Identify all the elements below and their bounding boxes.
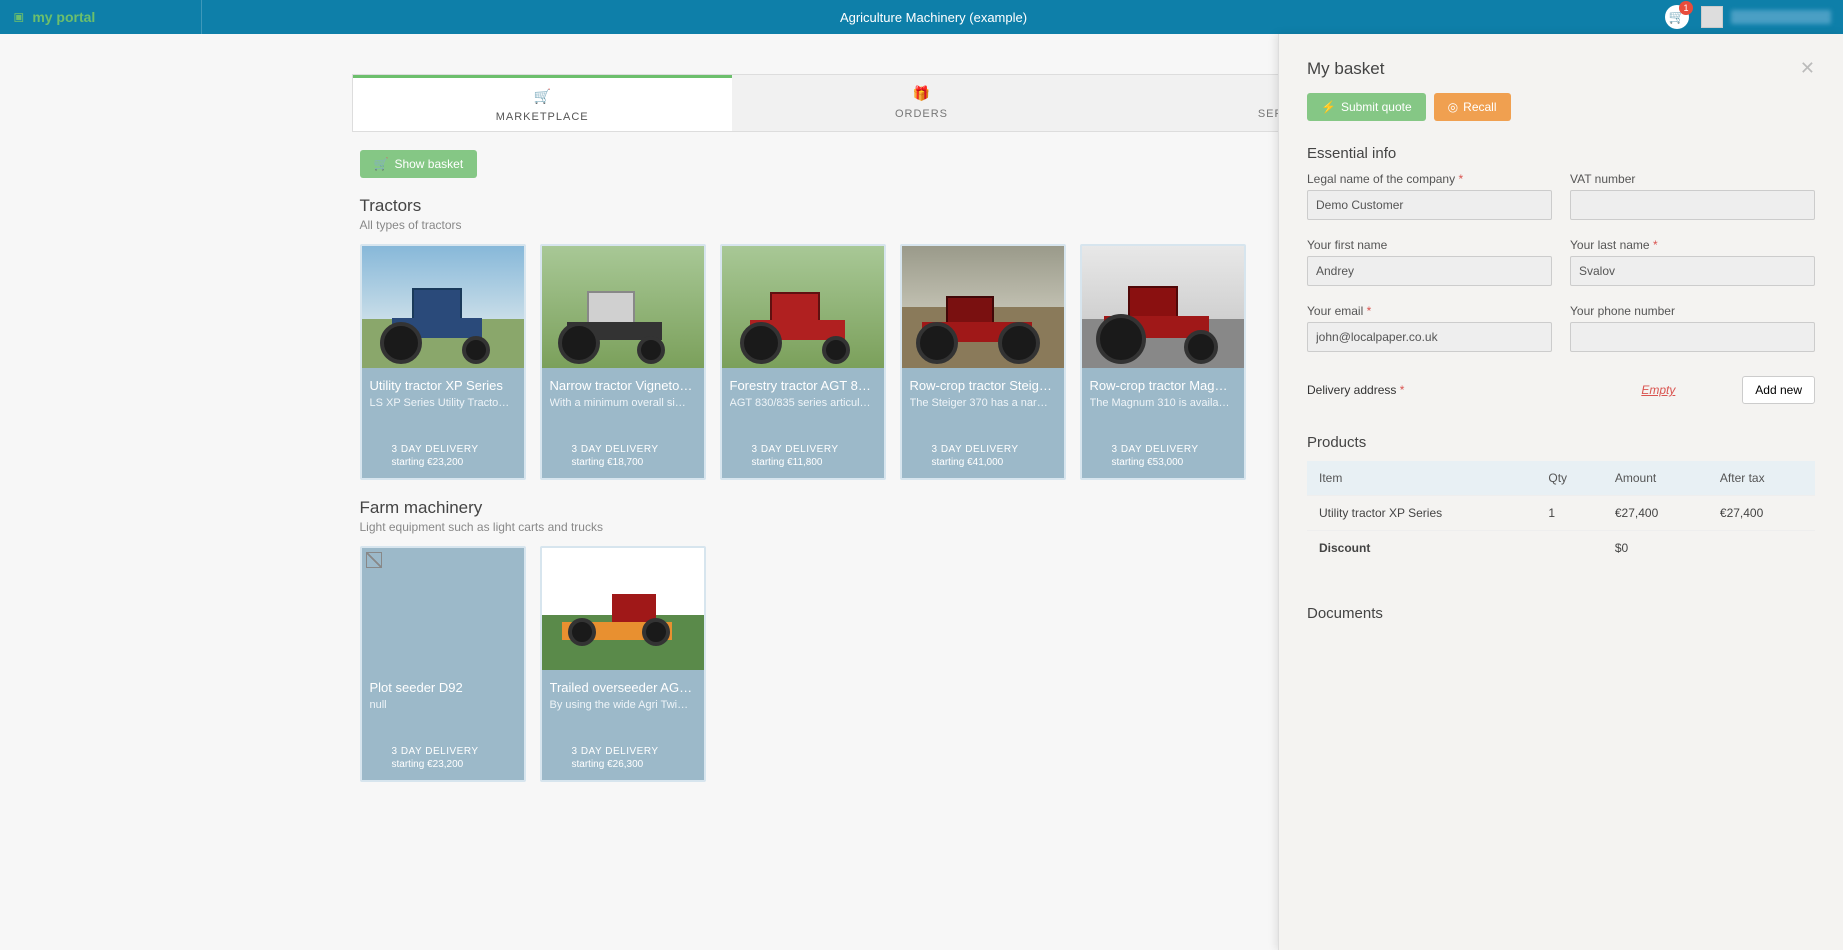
user-menu[interactable]: [1701, 6, 1831, 28]
product-desc: null: [370, 699, 516, 711]
cell-after-tax: €27,400: [1708, 496, 1815, 531]
product-title: Plot seeder D92: [370, 680, 516, 695]
target-icon: ◎: [1448, 100, 1458, 114]
show-basket-button[interactable]: 🛒 Show basket: [360, 150, 478, 178]
table-row-discount: Discount $0: [1307, 531, 1815, 566]
product-desc: By using the wide Agri Twi…: [550, 699, 696, 711]
product-title: Trailed overseeder AG…: [550, 680, 696, 695]
company-label: Legal name of the company *: [1307, 172, 1552, 186]
product-title: Utility tractor XP Series: [370, 378, 516, 393]
th-qty: Qty: [1536, 461, 1603, 496]
gift-icon: 🎁: [732, 85, 1111, 102]
product-price: starting €53,000: [1090, 457, 1236, 468]
product-image: [1082, 246, 1244, 368]
header-right: 🛒 1: [1665, 5, 1831, 29]
essential-info-title: Essential info: [1307, 145, 1815, 162]
vat-label: VAT number: [1570, 172, 1815, 186]
delivery-badge: 3 DAY DELIVERY: [910, 444, 1056, 455]
product-image: [542, 548, 704, 670]
tab-orders[interactable]: 🎁 ORDERS: [732, 75, 1111, 131]
product-desc: The Magnum 310 is availa…: [1090, 397, 1236, 409]
lastname-field[interactable]: [1570, 256, 1815, 286]
delivery-empty-link[interactable]: Empty: [1641, 383, 1675, 397]
basket-panel: My basket ✕ ⚡ Submit quote ◎ Recall Esse…: [1278, 34, 1843, 950]
product-card[interactable]: Forestry tractor AGT 8… AGT 830/835 seri…: [720, 244, 886, 480]
cell-item: Utility tractor XP Series: [1307, 496, 1536, 531]
cart-button[interactable]: 🛒 1: [1665, 5, 1689, 29]
delivery-badge: 3 DAY DELIVERY: [1090, 444, 1236, 455]
documents-title: Documents: [1307, 605, 1815, 622]
product-desc: LS XP Series Utility Tracto…: [370, 397, 516, 409]
delivery-badge: 3 DAY DELIVERY: [550, 746, 696, 757]
cell-discount-value: $0: [1603, 531, 1708, 566]
product-card[interactable]: Row-crop tractor Steig… The Steiger 370 …: [900, 244, 1066, 480]
product-card[interactable]: Narrow tractor Vigneto… With a minimum o…: [540, 244, 706, 480]
products-title: Products: [1307, 434, 1815, 451]
th-amount: Amount: [1603, 461, 1708, 496]
delivery-address-label: Delivery address *: [1307, 383, 1404, 397]
delivery-badge: 3 DAY DELIVERY: [550, 444, 696, 455]
page-title: Agriculture Machinery (example): [202, 10, 1665, 25]
product-image: [722, 246, 884, 368]
submit-quote-button[interactable]: ⚡ Submit quote: [1307, 93, 1426, 121]
add-new-button[interactable]: Add new: [1742, 376, 1815, 404]
firstname-field[interactable]: [1307, 256, 1552, 286]
tab-marketplace[interactable]: 🛒 MARKETPLACE: [353, 75, 732, 131]
top-header: ◈ my portal Agriculture Machinery (examp…: [0, 0, 1843, 34]
phone-label: Your phone number: [1570, 304, 1815, 318]
product-image: [542, 246, 704, 368]
avatar: [1701, 6, 1723, 28]
user-name: [1731, 10, 1831, 24]
logo-text: my portal: [32, 9, 95, 25]
recall-button[interactable]: ◎ Recall: [1434, 93, 1511, 121]
product-card[interactable]: Utility tractor XP Series LS XP Series U…: [360, 244, 526, 480]
cell-qty: 1: [1536, 496, 1603, 531]
table-row[interactable]: Utility tractor XP Series 1 €27,400 €27,…: [1307, 496, 1815, 531]
firstname-label: Your first name: [1307, 238, 1552, 252]
product-card[interactable]: Trailed overseeder AG… By using the wide…: [540, 546, 706, 782]
product-price: starting €23,200: [370, 457, 516, 468]
close-icon[interactable]: ✕: [1800, 58, 1815, 79]
product-title: Row-crop tractor Mag…: [1090, 378, 1236, 393]
tag-icon: ◈: [7, 6, 30, 29]
products-table: Item Qty Amount After tax Utility tracto…: [1307, 461, 1815, 565]
product-price: starting €23,200: [370, 759, 516, 770]
phone-field[interactable]: [1570, 322, 1815, 352]
product-image: [362, 246, 524, 368]
delivery-badge: 3 DAY DELIVERY: [370, 746, 516, 757]
th-after-tax: After tax: [1708, 461, 1815, 496]
email-label: Your email *: [1307, 304, 1552, 318]
cell-amount: €27,400: [1603, 496, 1708, 531]
product-title: Forestry tractor AGT 8…: [730, 378, 876, 393]
product-title: Row-crop tractor Steig…: [910, 378, 1056, 393]
product-image: [362, 548, 524, 670]
basket-title: My basket: [1307, 59, 1384, 79]
product-price: starting €18,700: [550, 457, 696, 468]
broken-image-icon: [366, 552, 382, 568]
bolt-icon: ⚡: [1321, 100, 1336, 114]
product-card[interactable]: Plot seeder D92 null 3 DAY DELIVERY star…: [360, 546, 526, 782]
cell-discount-label: Discount: [1307, 531, 1536, 566]
delivery-badge: 3 DAY DELIVERY: [370, 444, 516, 455]
lastname-label: Your last name *: [1570, 238, 1815, 252]
product-desc: The Steiger 370 has a nar…: [910, 397, 1056, 409]
product-card[interactable]: Row-crop tractor Mag… The Magnum 310 is …: [1080, 244, 1246, 480]
email-field[interactable]: [1307, 322, 1552, 352]
product-title: Narrow tractor Vigneto…: [550, 378, 696, 393]
product-image: [902, 246, 1064, 368]
cart-badge: 1: [1679, 1, 1693, 15]
vat-field[interactable]: [1570, 190, 1815, 220]
cart-icon: 🛒: [353, 88, 732, 105]
logo-area[interactable]: ◈ my portal: [12, 0, 202, 34]
product-price: starting €41,000: [910, 457, 1056, 468]
delivery-badge: 3 DAY DELIVERY: [730, 444, 876, 455]
product-desc: AGT 830/835 series articul…: [730, 397, 876, 409]
th-item: Item: [1307, 461, 1536, 496]
product-price: starting €26,300: [550, 759, 696, 770]
cart-icon: 🛒: [374, 157, 389, 171]
product-desc: With a minimum overall si…: [550, 397, 696, 409]
company-field[interactable]: [1307, 190, 1552, 220]
product-price: starting €11,800: [730, 457, 876, 468]
